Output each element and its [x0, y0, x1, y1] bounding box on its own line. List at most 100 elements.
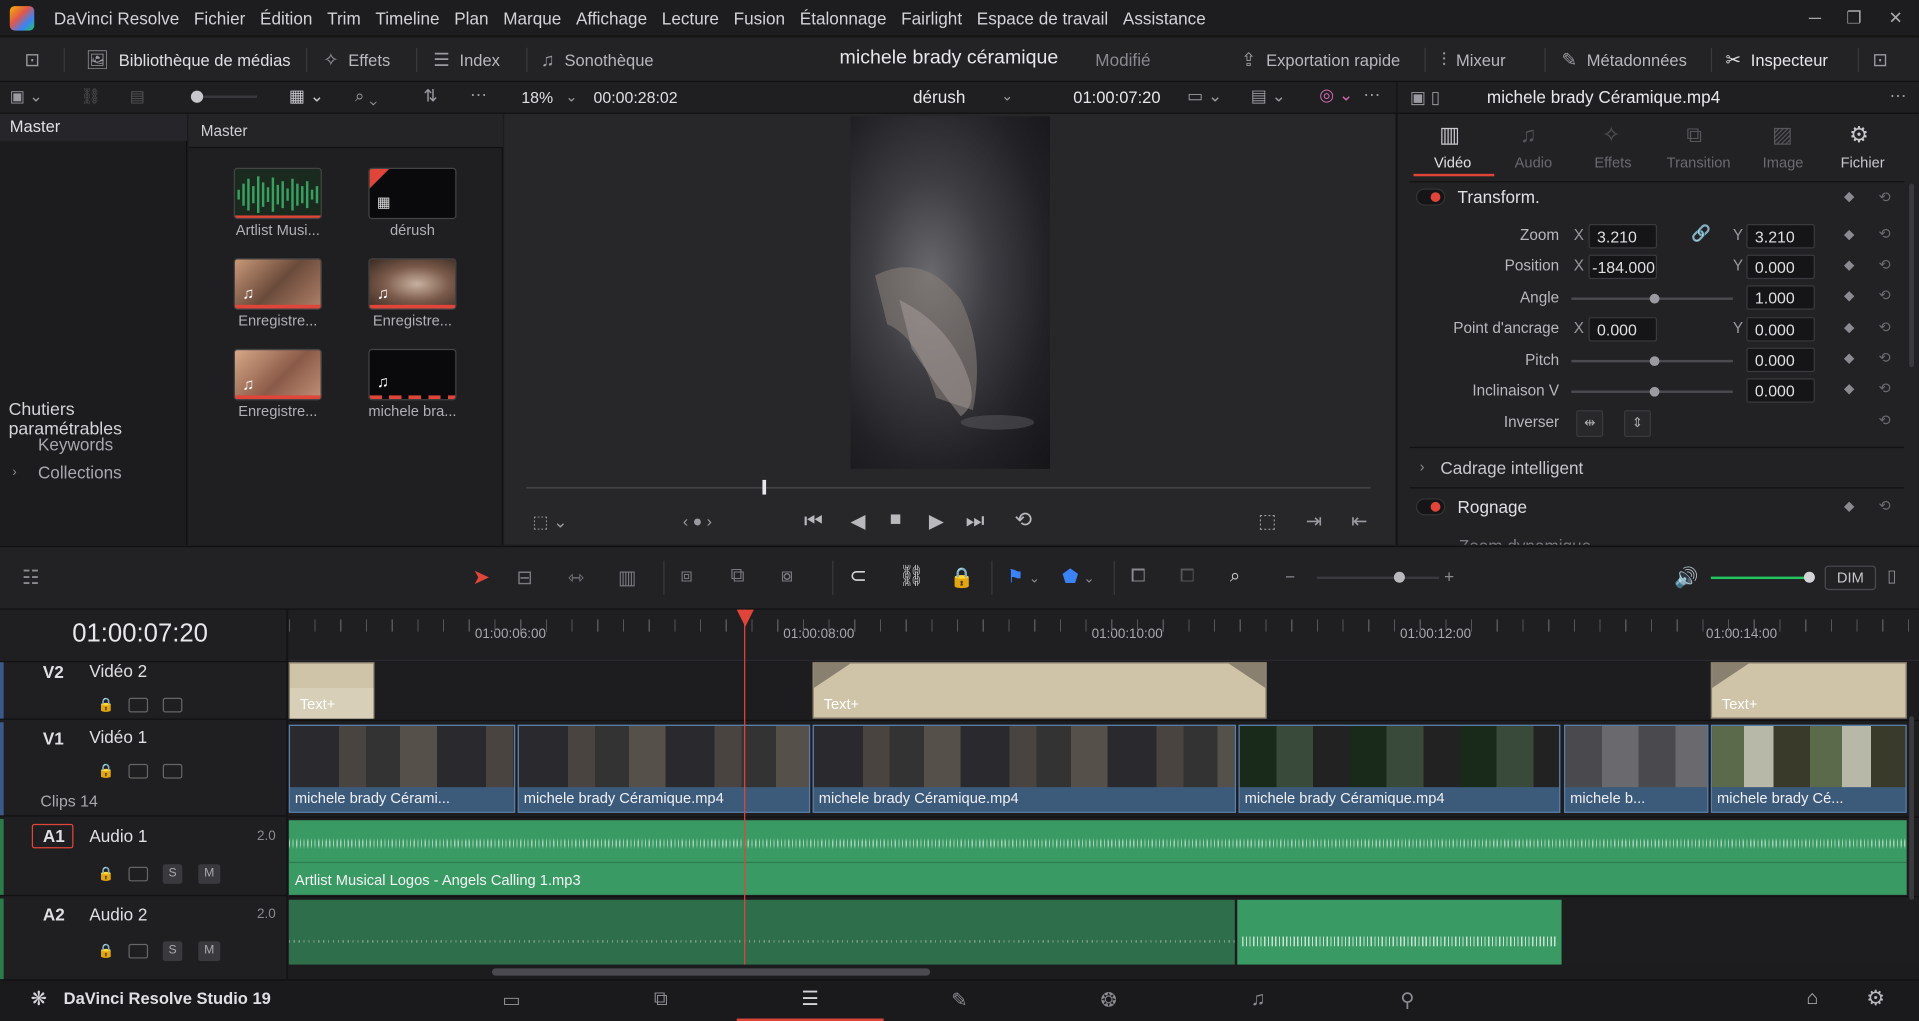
meter-icon[interactable]: ▯ [1887, 566, 1896, 587]
menu-timeline[interactable]: Timeline [368, 9, 447, 29]
more-options-icon[interactable]: ⋯ [470, 84, 487, 105]
timeline-scrollbar[interactable] [491, 968, 931, 976]
video-clip[interactable]: michele brady Cé... [1710, 724, 1907, 813]
timeline-ruler[interactable]: 01:00:06:00 01:00:08:00 01:00:10:00 01:0… [288, 609, 1919, 662]
tab-image[interactable]: Image [1746, 154, 1819, 171]
transform-toggle[interactable] [1415, 188, 1446, 206]
page-fusion-icon[interactable]: ✎ [886, 979, 1033, 1021]
smart-reframe-section[interactable]: Cadrage intelligent [1440, 458, 1583, 478]
pitch-field[interactable]: 0.000 [1746, 347, 1815, 373]
page-edit-icon[interactable]: ☰ [736, 979, 884, 1021]
flip-horizontal-icon[interactable]: ⇹ [1576, 410, 1604, 438]
audio-clip[interactable] [288, 899, 1235, 965]
page-media-icon[interactable]: ▭ [438, 979, 585, 1021]
text-clip[interactable]: Text+ [812, 662, 1267, 719]
text-clip[interactable]: Text+ [1710, 662, 1907, 719]
menu-marque[interactable]: Marque [496, 9, 569, 29]
quick-export-button[interactable]: ⇪ Exportation rapide [1241, 38, 1400, 82]
thumbnail-size-slider[interactable] [190, 89, 257, 104]
track-name-a2[interactable]: Audio 2 [89, 905, 147, 925]
media-item-thumb[interactable]: ♫ [368, 348, 457, 401]
reset-icon[interactable]: ⟲ [1879, 286, 1891, 303]
menu-espace-travail[interactable]: Espace de travail [969, 9, 1115, 29]
track-scrollbar[interactable] [1909, 716, 1915, 900]
snapping-icon[interactable]: ⊂ [849, 564, 866, 588]
auto-select-icon[interactable] [128, 866, 149, 882]
timeline-options-icon[interactable]: ☷ [22, 566, 40, 590]
page-deliver-icon[interactable]: ⚲ [1334, 979, 1481, 1021]
go-to-end-icon[interactable]: ⏭ [966, 509, 985, 533]
menu-trim[interactable]: Trim [320, 9, 368, 29]
media-item-thumb[interactable] [233, 167, 322, 220]
link-icon[interactable]: 🔗 [1691, 224, 1711, 244]
video-tab-icon[interactable]: ▥ [1439, 122, 1460, 148]
marker-icon[interactable]: ⬟ ⌄ [1062, 566, 1094, 588]
pitch-slider[interactable] [1571, 348, 1733, 372]
chevron-down-icon[interactable]: ⌄ [1001, 87, 1013, 104]
maximize-icon[interactable]: ❐ [1843, 7, 1865, 29]
zoom-in-icon[interactable]: + [1444, 567, 1454, 587]
blade-tool-icon[interactable]: ▥ [618, 566, 637, 590]
auto-select-icon[interactable] [128, 763, 149, 779]
chevron-right-icon[interactable]: › [12, 465, 16, 480]
track-name-v1[interactable]: Vidéo 1 [89, 727, 147, 747]
media-item-thumb[interactable]: ♫ [233, 348, 322, 401]
menu-lecture[interactable]: Lecture [654, 9, 726, 29]
playhead-handle[interactable] [736, 609, 754, 627]
reset-icon[interactable]: ⟲ [1879, 349, 1891, 366]
menu-fusion[interactable]: Fusion [726, 9, 792, 29]
menu-assistance[interactable]: Assistance [1116, 9, 1214, 29]
text-clip[interactable]: Text+ [288, 662, 375, 719]
viewer-scrubber[interactable] [526, 487, 1371, 489]
reset-icon[interactable]: ⟲ [1879, 225, 1891, 242]
menu-edition[interactable]: Édition [253, 9, 320, 29]
next-edit-icon[interactable]: ⇥ [1306, 509, 1322, 533]
zoom-x-field[interactable]: 3.210 [1588, 224, 1658, 249]
menu-fairlight[interactable]: Fairlight [894, 9, 970, 29]
match-frame-icon[interactable]: ⬚ [1258, 509, 1277, 533]
flip-vertical-icon[interactable]: ⇕ [1623, 410, 1651, 438]
link-icon[interactable]: ⛓ [81, 87, 101, 107]
linked-selection-icon[interactable]: ⛓ [898, 564, 924, 588]
chat-icon[interactable]: ▤ [130, 87, 145, 107]
stop-icon[interactable]: ■ [890, 509, 902, 531]
position-y-field[interactable]: 0.000 [1746, 254, 1815, 280]
video-clip[interactable]: michele brady Cérami... [288, 724, 516, 813]
page-cut-icon[interactable]: ⧉ [587, 979, 734, 1021]
jog-icon[interactable]: ‹ ● › [683, 512, 712, 530]
mixer-button[interactable]: ⫶ Mixeur [1442, 38, 1506, 82]
playhead[interactable] [744, 609, 746, 965]
crop-icon[interactable]: ⬚ ⌄ [532, 512, 567, 533]
video-clip[interactable]: michele b... [1564, 724, 1709, 813]
position-lock-icon[interactable]: 🔒 [950, 566, 974, 590]
minimize-icon[interactable]: ─ [1804, 7, 1826, 29]
zoom-out-icon[interactable]: − [1285, 567, 1295, 587]
speaker-icon[interactable]: 🔊 [1674, 566, 1698, 590]
index-button[interactable]: ☰ Index [433, 38, 500, 82]
page-fairlight-icon[interactable]: ♫ [1185, 979, 1332, 1021]
collections-bin[interactable]: Collections [38, 463, 122, 483]
media-item-thumb[interactable]: ▦ [368, 167, 457, 220]
volume-slider[interactable] [1710, 571, 1815, 583]
flag-icon[interactable]: ⚑ ⌄ [1007, 566, 1040, 588]
timeline-selector[interactable]: dérush [913, 87, 965, 107]
reset-icon[interactable]: ⟲ [1879, 497, 1891, 514]
solo-button[interactable]: S [162, 864, 183, 884]
sort-icon[interactable]: ⇅ [423, 86, 437, 107]
track-enable-icon[interactable] [162, 763, 183, 779]
solo-button[interactable]: S [162, 941, 183, 961]
inspector-scrollbar[interactable] [1909, 183, 1915, 368]
tab-file[interactable]: Fichier [1826, 154, 1899, 171]
panel-right-toggle[interactable]: ⊡ [1872, 38, 1887, 82]
trim-tool-icon[interactable]: ⊟ [516, 566, 532, 590]
home-icon[interactable]: ⌂ [1806, 988, 1818, 1010]
selection-tool-icon[interactable]: ➤ [472, 566, 489, 590]
color-icon[interactable]: ◎ ⌄ [1319, 84, 1353, 105]
dim-button[interactable]: DIM [1824, 565, 1877, 591]
dynamic-trim-icon[interactable]: ⇿ [568, 566, 584, 590]
lock-icon[interactable]: 🔒 [98, 763, 115, 779]
media-item-thumb[interactable]: ♫ [233, 258, 322, 310]
sound-library-button[interactable]: ♫ Sonothèque [541, 38, 654, 82]
video-clip[interactable]: michele brady Céramique.mp4 [517, 724, 811, 813]
yaw-field[interactable]: 0.000 [1746, 378, 1815, 403]
